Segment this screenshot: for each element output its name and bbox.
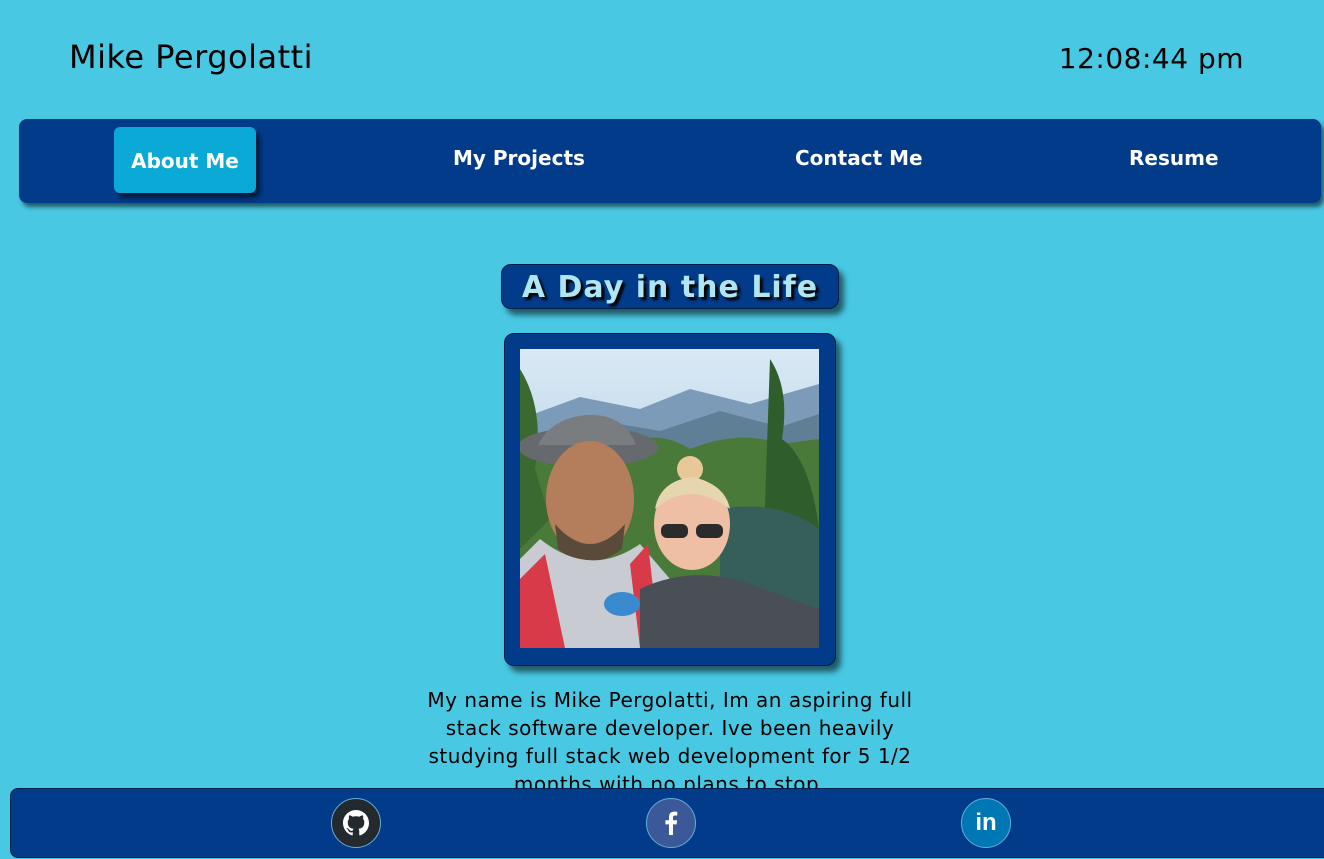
nav-item-resume[interactable]: Resume (1129, 146, 1219, 170)
facebook-icon (665, 811, 678, 835)
facebook-link[interactable] (646, 798, 696, 848)
photo-frame (504, 333, 836, 666)
github-link[interactable] (331, 798, 381, 848)
site-name: Mike Pergolatti (69, 38, 314, 76)
profile-photo (520, 349, 819, 648)
linkedin-link[interactable]: in (961, 798, 1011, 848)
profile-photo-illustration (520, 349, 819, 648)
clock: 12:08:44 pm (1058, 42, 1244, 75)
bio-text: My name is Mike Pergolatti, Im an aspiri… (427, 688, 913, 796)
footer: in (10, 788, 1324, 858)
page: Mike Pergolatti 12:08:44 pm About Me My … (0, 0, 1324, 859)
linkedin-icon: in (975, 809, 997, 836)
section-title: A Day in the Life (501, 264, 839, 309)
main-nav: About Me My Projects Contact Me Resume (19, 119, 1321, 203)
nav-item-about-me[interactable]: About Me (114, 127, 256, 193)
nav-item-contact-me[interactable]: Contact Me (795, 146, 923, 170)
nav-item-my-projects[interactable]: My Projects (453, 146, 585, 170)
github-icon (343, 810, 369, 836)
